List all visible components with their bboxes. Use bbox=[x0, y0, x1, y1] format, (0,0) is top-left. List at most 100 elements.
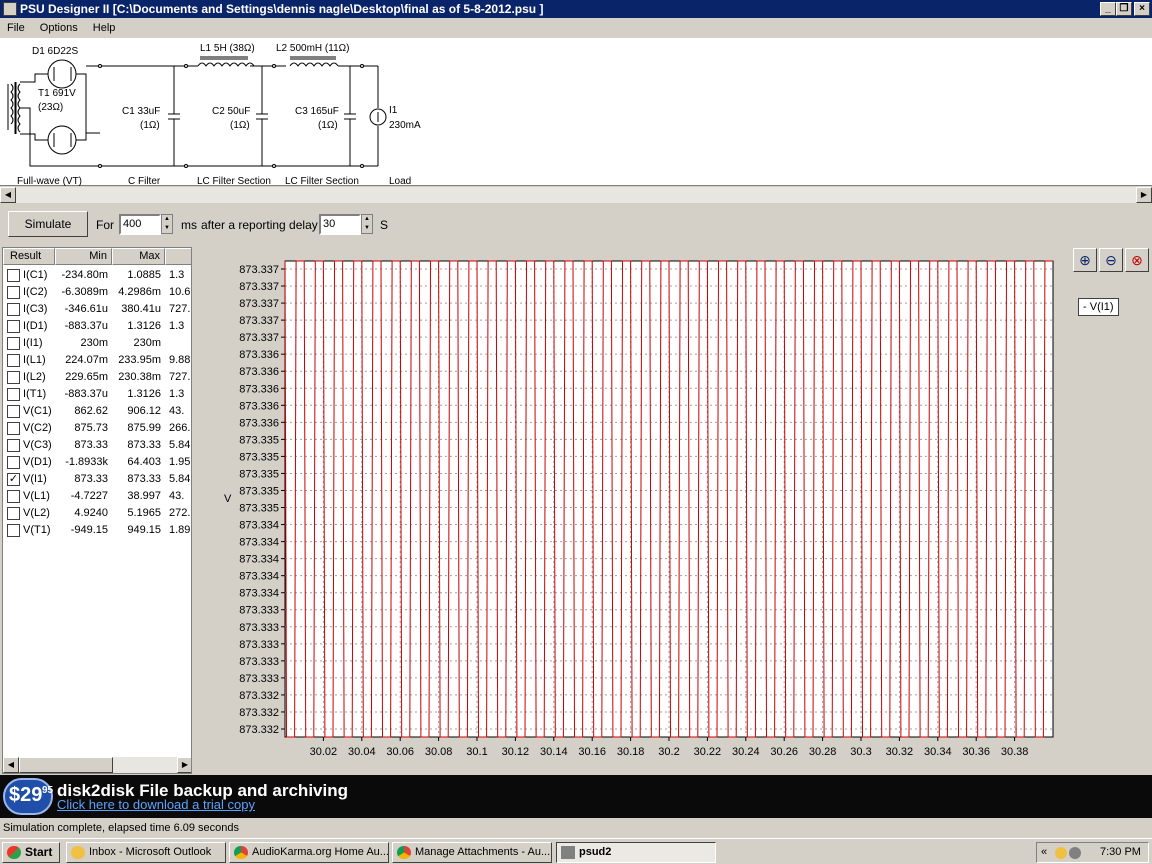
delay-input[interactable]: 30 bbox=[319, 214, 361, 235]
result-row[interactable]: V(T1) -949.15 949.15 1.89 bbox=[3, 522, 191, 539]
result-row[interactable]: V(C1) 862.62 906.12 43. bbox=[3, 403, 191, 420]
result-checkbox[interactable] bbox=[7, 439, 20, 452]
taskbar-item-psud2[interactable]: psud2 bbox=[556, 842, 716, 863]
minimize-button[interactable]: _ bbox=[1100, 2, 1116, 16]
result-row[interactable]: I(I1) 230m 230m bbox=[3, 335, 191, 352]
schematic-scrollbar[interactable]: ◀ ▶ bbox=[0, 187, 1152, 203]
y-tick-label: 873.335 bbox=[239, 468, 279, 480]
result-row[interactable]: ✓ V(I1) 873.33 873.33 5.84 bbox=[3, 471, 191, 488]
start-button[interactable]: Start bbox=[2, 842, 60, 863]
result-name: V(C2) bbox=[23, 422, 52, 434]
y-tick-label: 873.337 bbox=[239, 264, 279, 276]
result-row[interactable]: V(C2) 875.73 875.99 266. bbox=[3, 420, 191, 437]
tray-volume-icon[interactable] bbox=[1069, 847, 1081, 859]
result-checkbox[interactable] bbox=[7, 371, 20, 384]
header-min[interactable]: Min bbox=[55, 248, 112, 265]
taskbar-item-label: psud2 bbox=[579, 846, 612, 858]
results-scrollbar[interactable]: ◀ ▶ bbox=[3, 757, 191, 773]
ad-banner[interactable]: $29 95 disk2disk File backup and archivi… bbox=[0, 775, 1152, 818]
result-checkbox[interactable] bbox=[7, 320, 20, 333]
taskbar-item-outlook[interactable]: Inbox - Microsoft Outlook bbox=[66, 842, 226, 863]
result-row[interactable]: I(T1) -883.37u 1.3126 1.3 bbox=[3, 386, 191, 403]
result-checkbox[interactable] bbox=[7, 354, 20, 367]
result-min: -883.37u bbox=[64, 388, 108, 400]
result-checkbox[interactable] bbox=[7, 490, 20, 503]
y-tick-label: 873.335 bbox=[239, 485, 279, 497]
voltage-plot[interactable]: 873.337 873.337 873.337 873.337 873.337 873.3… bbox=[194, 247, 1152, 774]
y-tick-label: 873.335 bbox=[239, 503, 279, 515]
zoom-in-icon[interactable]: ⊕ bbox=[1073, 248, 1097, 272]
result-min: -234.80m bbox=[61, 269, 108, 281]
result-checkbox[interactable] bbox=[7, 507, 20, 520]
banner-link[interactable]: Click here to download a trial copy bbox=[57, 797, 255, 812]
result-name: V(C1) bbox=[23, 405, 52, 417]
result-checkbox[interactable] bbox=[7, 337, 20, 350]
simulate-button[interactable]: Simulate bbox=[8, 211, 88, 237]
tray-app-icon[interactable] bbox=[1055, 847, 1067, 859]
result-checkbox[interactable] bbox=[7, 388, 20, 401]
result-extra: 43. bbox=[169, 490, 185, 502]
result-checkbox[interactable]: ✓ bbox=[7, 473, 20, 486]
section-load[interactable]: Load bbox=[389, 176, 411, 187]
result-row[interactable]: V(D1) -1.8933k 64.403 1.95 bbox=[3, 454, 191, 471]
menu-help[interactable]: Help bbox=[93, 22, 116, 34]
section-lc-filter-1[interactable]: LC Filter Section bbox=[197, 176, 271, 187]
result-min: 4.9240 bbox=[74, 507, 108, 519]
result-row[interactable]: I(C2) -6.3089m 4.2986m 10.6 bbox=[3, 284, 191, 301]
close-button[interactable]: × bbox=[1134, 2, 1150, 16]
ms-label: ms bbox=[181, 218, 197, 232]
header-result[interactable]: Result bbox=[3, 248, 55, 265]
result-checkbox[interactable] bbox=[7, 524, 20, 537]
y-tick-label: 873.333 bbox=[239, 656, 279, 668]
header-extra[interactable] bbox=[165, 248, 191, 265]
taskbar-item-attachments[interactable]: Manage Attachments - Au... bbox=[392, 842, 552, 863]
price-cents: 95 bbox=[42, 785, 54, 796]
taskbar-item-audiokarma[interactable]: AudioKarma.org Home Au... bbox=[229, 842, 389, 863]
result-checkbox[interactable] bbox=[7, 422, 20, 435]
result-row[interactable]: I(L2) 229.65m 230.38m 727. bbox=[3, 369, 191, 386]
results-scroll-right[interactable]: ▶ bbox=[177, 757, 191, 773]
results-scroll-left[interactable]: ◀ bbox=[3, 757, 19, 773]
y-tick-label: 873.336 bbox=[239, 400, 279, 412]
results-scroll-thumb[interactable] bbox=[19, 757, 113, 773]
result-row[interactable]: V(C3) 873.33 873.33 5.84 bbox=[3, 437, 191, 454]
result-row[interactable]: V(L1) -4.7227 38.997 43. bbox=[3, 488, 191, 505]
scroll-left-button[interactable]: ◀ bbox=[0, 187, 16, 203]
result-checkbox[interactable] bbox=[7, 456, 20, 469]
result-row[interactable]: I(L1) 224.07m 233.95m 9.88 bbox=[3, 352, 191, 369]
restore-button[interactable]: ❐ bbox=[1116, 2, 1132, 16]
scroll-right-button[interactable]: ▶ bbox=[1136, 187, 1152, 203]
section-lc-filter-2[interactable]: LC Filter Section bbox=[285, 176, 359, 187]
result-row[interactable]: I(C1) -234.80m 1.0885 1.3 bbox=[3, 267, 191, 284]
duration-stepper[interactable]: ▲ ▼ bbox=[161, 214, 173, 234]
result-checkbox[interactable] bbox=[7, 303, 20, 316]
result-checkbox[interactable] bbox=[7, 269, 20, 282]
result-max: 1.3126 bbox=[127, 388, 161, 400]
result-name: V(T1) bbox=[23, 524, 51, 536]
y-tick-label: 873.332 bbox=[239, 690, 279, 702]
delay-stepper[interactable]: ▲ ▼ bbox=[361, 214, 373, 234]
zoom-out-icon[interactable]: ⊖ bbox=[1099, 248, 1123, 272]
result-checkbox[interactable] bbox=[7, 286, 20, 299]
clock[interactable]: 7:30 PM bbox=[1100, 843, 1141, 862]
tray-expand-icon[interactable]: « bbox=[1041, 843, 1047, 862]
app-icon[interactable] bbox=[3, 2, 17, 16]
x-tick-label: 30.1 bbox=[466, 746, 487, 758]
zoom-reset-icon[interactable]: ⊗ bbox=[1125, 248, 1149, 272]
result-row[interactable]: I(C3) -346.61u 380.41u 727. bbox=[3, 301, 191, 318]
chrome-icon bbox=[397, 846, 411, 859]
result-row[interactable]: V(L2) 4.9240 5.1965 272. bbox=[3, 505, 191, 522]
x-tick-label: 30.2 bbox=[658, 746, 679, 758]
result-extra: 5.84 bbox=[169, 473, 191, 485]
duration-input[interactable]: 400 bbox=[119, 214, 161, 235]
header-max[interactable]: Max bbox=[112, 248, 165, 265]
section-c-filter[interactable]: C Filter bbox=[128, 176, 160, 187]
result-row[interactable]: I(D1) -883.37u 1.3126 1.3 bbox=[3, 318, 191, 335]
legend-v-i1[interactable]: - V(I1) bbox=[1078, 298, 1119, 316]
result-checkbox[interactable] bbox=[7, 405, 20, 418]
section-fullwave[interactable]: Full-wave (VT) bbox=[17, 176, 82, 187]
result-min: 230m bbox=[80, 337, 108, 349]
menu-file[interactable]: File bbox=[7, 22, 25, 34]
c1-resistance: (1Ω) bbox=[140, 120, 160, 131]
menu-options[interactable]: Options bbox=[40, 22, 78, 34]
